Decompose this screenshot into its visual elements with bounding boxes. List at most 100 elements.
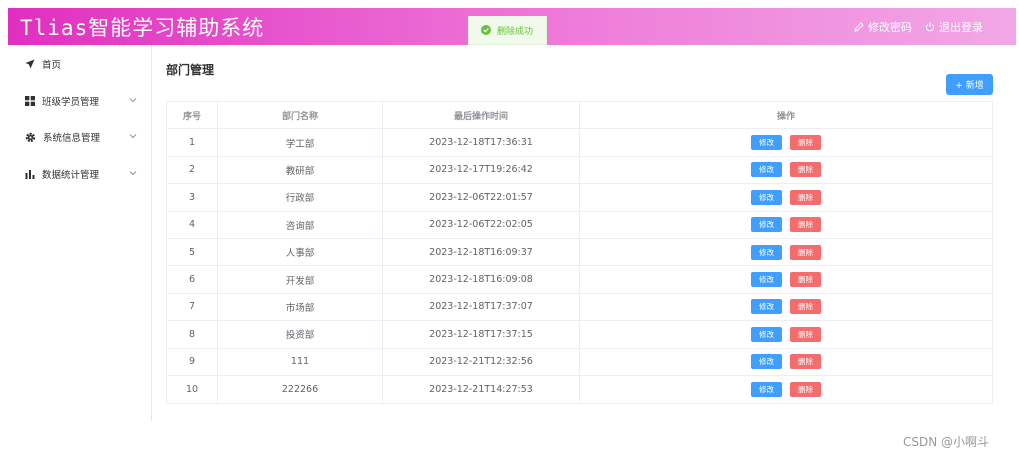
pencil-icon: [854, 22, 864, 32]
last-update-time: 2023-12-18T17:36:31: [383, 129, 580, 156]
edit-button[interactable]: 修改: [751, 189, 782, 205]
last-update-time: 2023-12-18T17:37:07: [383, 293, 580, 321]
row-actions: 修改 删除: [580, 239, 992, 265]
gear-icon: [25, 132, 36, 142]
department-name: 222266: [218, 375, 383, 404]
last-update-time: 2023-12-21T14:27:53: [383, 375, 580, 404]
delete-button[interactable]: 删除: [790, 354, 821, 370]
edit-button[interactable]: 修改: [751, 244, 782, 260]
edit-button[interactable]: 修改: [751, 272, 782, 288]
edit-button[interactable]: 修改: [751, 299, 782, 315]
success-toast: 删除成功: [468, 16, 547, 45]
table-row: 8 投资部 2023-12-18T17:37:15 修改 删除: [167, 321, 992, 349]
chevron-down-icon: [129, 98, 137, 103]
edit-button[interactable]: 修改: [751, 135, 782, 151]
logout-link[interactable]: 退出登录: [925, 19, 983, 35]
edit-button[interactable]: 修改: [751, 162, 782, 178]
table-row: 6 开发部 2023-12-18T16:09:08 修改 删除: [167, 266, 992, 294]
change-password-label: 修改密码: [868, 21, 912, 34]
delete-button[interactable]: 删除: [790, 162, 821, 178]
row-index: 9: [167, 348, 218, 375]
department-name: 学工部: [218, 129, 383, 156]
toast-text: 删除成功: [497, 26, 534, 37]
row-actions: 修改 删除: [580, 184, 992, 210]
column-header-index: 序号: [167, 102, 218, 129]
row-actions: 修改 删除: [580, 157, 992, 183]
table-row: 7 市场部 2023-12-18T17:37:07 修改 删除: [167, 293, 992, 322]
row-index: 7: [167, 293, 218, 321]
last-update-time: 2023-12-18T16:09:37: [383, 238, 580, 266]
column-header-time: 最后操作时间: [383, 102, 580, 129]
column-header-name: 部门名称: [218, 102, 383, 129]
department-name: 市场部: [218, 293, 383, 321]
delete-button[interactable]: 删除: [790, 244, 821, 260]
department-table: 序号 部门名称 最后操作时间 操作 1 学工部 2023-12-18T17:36:3…: [166, 101, 993, 405]
department-name: 111: [218, 348, 383, 375]
table-row: 2 教研部 2023-12-17T19:26:42 修改 删除: [167, 156, 992, 185]
chevron-down-icon: [129, 134, 137, 139]
last-update-time: 2023-12-18T17:37:15: [383, 321, 580, 348]
last-update-time: 2023-12-06T22:02:05: [383, 211, 580, 238]
row-actions: 修改 删除: [580, 376, 992, 403]
delete-button[interactable]: 删除: [790, 217, 821, 233]
last-update-time: 2023-12-21T12:32:56: [383, 348, 580, 375]
row-index: 5: [167, 238, 218, 266]
edit-button[interactable]: 修改: [751, 217, 782, 233]
row-index: 10: [167, 375, 218, 404]
row-actions: 修改 删除: [580, 266, 992, 292]
row-index: 8: [167, 321, 218, 348]
row-actions: 修改 删除: [580, 129, 992, 155]
delete-button[interactable]: 删除: [790, 326, 821, 342]
row-index: 3: [167, 184, 218, 211]
department-name: 咨询部: [218, 211, 383, 238]
sidebar-item-data-stats[interactable]: 数据统计管理: [8, 156, 152, 192]
sidebar-item-home[interactable]: 首页: [8, 46, 152, 82]
edit-button[interactable]: 修改: [751, 382, 782, 398]
department-name: 投资部: [218, 321, 383, 348]
row-actions: 修改 删除: [580, 294, 992, 320]
row-actions: 修改 删除: [580, 349, 992, 375]
row-index: 1: [167, 129, 218, 156]
sidebar-item-system-info[interactable]: 系统信息管理: [8, 119, 152, 155]
delete-button[interactable]: 删除: [790, 272, 821, 288]
delete-button[interactable]: 删除: [790, 382, 821, 398]
bar-chart-icon: [25, 170, 35, 179]
page-title: 部门管理: [166, 63, 215, 77]
app-title: Tlias智能学习辅助系统: [20, 16, 265, 40]
table-row: 3 行政部 2023-12-06T22:01:57 修改 删除: [167, 184, 992, 212]
row-index: 2: [167, 156, 218, 184]
column-header-actions: 操作: [776, 111, 795, 122]
table-row: 10 222266 2023-12-21T14:27:53 修改 删除: [167, 375, 992, 404]
table-row: 4 咨询部 2023-12-06T22:02:05 修改 删除: [167, 211, 992, 239]
grid-icon: [25, 96, 35, 106]
watermark: CSDN @小啊斗: [903, 435, 990, 449]
sidebar-item-label: 系统信息管理: [43, 133, 101, 144]
change-password-link[interactable]: 修改密码: [854, 19, 912, 35]
row-actions: 修改 删除: [580, 212, 992, 238]
table-row: 9 111 2023-12-21T12:32:56 修改 删除: [167, 348, 992, 376]
last-update-time: 2023-12-18T16:09:08: [383, 266, 580, 293]
table-row: 1 学工部 2023-12-18T17:36:31 修改 删除: [167, 129, 992, 157]
row-index: 6: [167, 266, 218, 293]
edit-button[interactable]: 修改: [751, 326, 782, 342]
edit-button[interactable]: 修改: [751, 354, 782, 370]
delete-button[interactable]: 删除: [790, 189, 821, 205]
last-update-time: 2023-12-06T22:01:57: [383, 184, 580, 211]
sidebar: 首页 班级学员管理 系统信息管理 数据统计管理: [8, 45, 152, 421]
logout-label: 退出登录: [939, 21, 983, 34]
table-body: 1 学工部 2023-12-18T17:36:31 修改 删除 2 教研部 2023-12-1…: [167, 129, 992, 404]
add-department-button[interactable]: + 新增: [946, 74, 993, 95]
department-name: 教研部: [218, 156, 383, 184]
check-circle-icon: [481, 25, 491, 35]
delete-button[interactable]: 删除: [790, 299, 821, 315]
last-update-time: 2023-12-17T19:26:42: [383, 156, 580, 184]
sidebar-item-class-students[interactable]: 班级学员管理: [8, 83, 152, 119]
department-name: 行政部: [218, 184, 383, 211]
sidebar-item-label: 首页: [42, 60, 62, 71]
row-index: 4: [167, 211, 218, 238]
sidebar-item-label: 班级学员管理: [42, 97, 100, 108]
power-icon: [926, 22, 934, 32]
chevron-down-icon: [129, 171, 137, 176]
delete-button[interactable]: 删除: [790, 135, 821, 151]
paper-plane-icon: [25, 59, 35, 69]
